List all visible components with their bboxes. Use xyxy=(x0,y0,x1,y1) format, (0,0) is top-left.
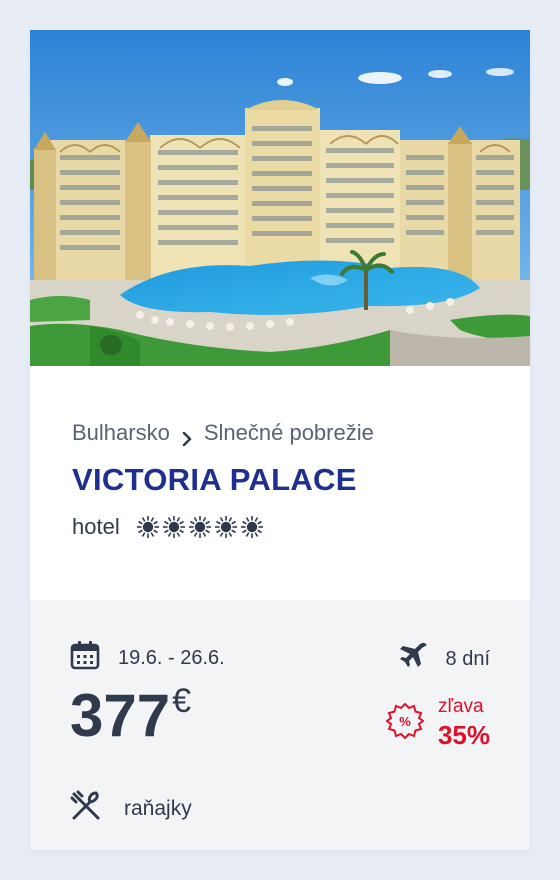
discount-label: zľava xyxy=(437,696,484,717)
rating-suns xyxy=(136,515,264,539)
sun-icon xyxy=(136,516,159,538)
hotel-name[interactable]: VICTORIA PALACE xyxy=(72,462,357,498)
hotel-type-row: hotel xyxy=(72,514,264,540)
breadcrumb: Bulharsko Slnečné pobrežie xyxy=(72,420,374,447)
board-row: raňajky xyxy=(70,790,192,828)
discount-badge-icon: % xyxy=(385,702,425,745)
breadcrumb-country[interactable]: Bulharsko xyxy=(72,420,170,446)
sun-icon xyxy=(214,516,237,538)
offer-details: 19.6. - 26.6. 8 dní 377 € % zľava 35% ra… xyxy=(30,600,530,850)
breadcrumb-region[interactable]: Slnečné pobrežie xyxy=(204,420,374,446)
trip-dates: 19.6. - 26.6. xyxy=(118,646,225,669)
board-type: raňajky xyxy=(124,797,192,820)
discount-value: 35% xyxy=(437,720,490,750)
hotel-info: Bulharsko Slnečné pobrežie VICTORIA PALA… xyxy=(30,366,530,600)
discount-text: zľava 35% xyxy=(438,696,490,751)
calendar-icon xyxy=(70,640,100,676)
duration-row: 8 dní xyxy=(398,640,490,678)
chevron-right-icon xyxy=(180,426,194,447)
fork-knife-icon xyxy=(70,790,102,828)
hotel-card[interactable]: Bulharsko Slnečné pobrežie VICTORIA PALA… xyxy=(30,30,530,850)
price-currency: € xyxy=(172,682,192,720)
hotel-photo[interactable] xyxy=(30,30,530,366)
sun-icon xyxy=(162,516,185,538)
hotel-type: hotel xyxy=(72,514,120,539)
discount: % zľava 35% xyxy=(385,696,490,751)
date-row: 19.6. - 26.6. xyxy=(70,640,225,676)
sun-icon xyxy=(188,516,211,538)
price-amount: 377 xyxy=(70,682,171,749)
discount-badge-symbol: % xyxy=(399,714,411,729)
trip-duration: 8 dní xyxy=(445,647,490,670)
price: 377 € xyxy=(70,682,192,749)
plane-icon xyxy=(398,640,430,678)
sun-icon xyxy=(240,516,263,538)
